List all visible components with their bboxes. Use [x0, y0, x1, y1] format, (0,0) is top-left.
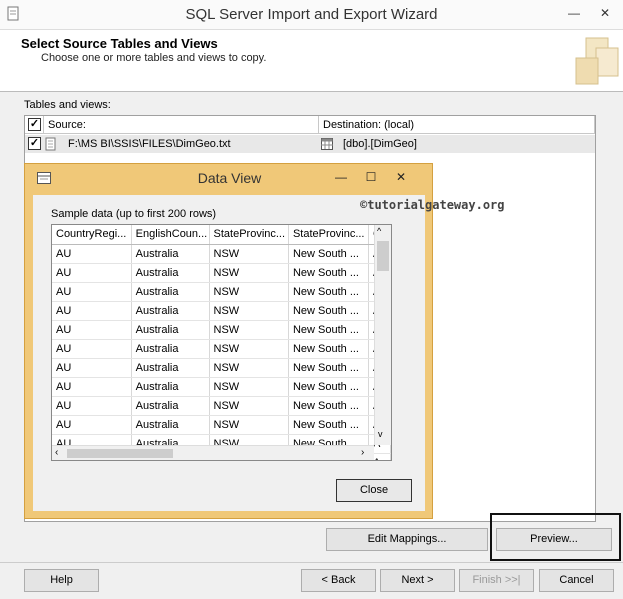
grid-cell[interactable]: Australia: [131, 263, 210, 283]
grid-row[interactable]: AUAustraliaNSWNew South ...A: [52, 396, 391, 416]
grid-cell[interactable]: NSW: [209, 320, 289, 340]
grid-column-header[interactable]: EnglishCoun...: [131, 225, 210, 245]
grid-cell[interactable]: Australia: [131, 301, 210, 321]
grid-cell[interactable]: AU: [52, 377, 132, 397]
grid-row[interactable]: AUAustraliaNSWNew South ...A: [52, 301, 391, 321]
destination-cell[interactable]: [dbo].[DimGeo]: [343, 138, 417, 150]
page-subtitle: Choose one or more tables and views to c…: [41, 52, 267, 64]
grid-cell[interactable]: NSW: [209, 415, 289, 435]
grid-row[interactable]: AUAustraliaNSWNew South ...A: [52, 282, 391, 302]
grid-cell[interactable]: New South ...: [288, 377, 369, 397]
grid-cell[interactable]: AU: [52, 396, 132, 416]
source-cell: F:\MS BI\SSIS\FILES\DimGeo.txt: [68, 138, 231, 150]
horizontal-scrollbar[interactable]: ‹ ›: [52, 445, 374, 460]
grid-cell[interactable]: AU: [52, 358, 132, 378]
grid-cell[interactable]: New South ...: [288, 415, 369, 435]
chevron-left-icon[interactable]: ‹: [55, 447, 58, 458]
select-all-header[interactable]: ✓: [25, 116, 44, 134]
grid-cell[interactable]: NSW: [209, 358, 289, 378]
grid-cell[interactable]: Australia: [131, 244, 210, 264]
grid-cell[interactable]: New South ...: [288, 244, 369, 264]
grid-cell[interactable]: NSW: [209, 301, 289, 321]
grid-row[interactable]: AUAustraliaNSWNew South ...A: [52, 358, 391, 378]
grid-cell[interactable]: Australia: [131, 339, 210, 359]
preview-button[interactable]: Preview...: [496, 528, 612, 551]
horizontal-scroll-thumb[interactable]: [67, 449, 173, 458]
footer-divider: [0, 562, 623, 563]
next-button[interactable]: Next >: [380, 569, 455, 592]
page-title: Select Source Tables and Views: [21, 36, 218, 51]
grid-cell[interactable]: AU: [52, 301, 132, 321]
vertical-scrollbar[interactable]: ^ v: [374, 225, 391, 445]
flat-file-icon: [45, 137, 56, 151]
grid-cell[interactable]: Australia: [131, 320, 210, 340]
grid-cell[interactable]: Australia: [131, 396, 210, 416]
grid-cell[interactable]: Australia: [131, 282, 210, 302]
grid-cell[interactable]: New South ...: [288, 282, 369, 302]
grid-row[interactable]: AUAustraliaNSWNew South ...A: [52, 244, 391, 264]
select-all-checkbox[interactable]: ✓: [28, 118, 41, 131]
grid-row[interactable]: AUAustraliaNSWNew South ...A: [52, 415, 391, 435]
grid-cell[interactable]: AU: [52, 282, 132, 302]
help-button[interactable]: Help: [24, 569, 99, 592]
cancel-button[interactable]: Cancel: [539, 569, 614, 592]
close-icon[interactable]: ✕: [391, 168, 411, 186]
tables-views-label: Tables and views:: [24, 99, 111, 111]
grid-cell[interactable]: Australia: [131, 358, 210, 378]
grid-cell[interactable]: Australia: [131, 415, 210, 435]
data-view-client: Sample data (up to first 200 rows) Count…: [33, 195, 425, 511]
finish-button[interactable]: Finish >>|: [459, 569, 534, 592]
grid-cell[interactable]: New South ...: [288, 320, 369, 340]
grid-cell[interactable]: Australia: [131, 377, 210, 397]
wizard-header: Select Source Tables and Views Choose on…: [0, 30, 623, 92]
close-button[interactable]: Close: [336, 479, 412, 502]
grid-cell[interactable]: AU: [52, 263, 132, 283]
grid-column-header[interactable]: StateProvinc...: [209, 225, 289, 245]
minimize-icon[interactable]: —: [563, 4, 585, 22]
chevron-up-icon[interactable]: ^: [377, 226, 381, 236]
maximize-icon[interactable]: ☐: [361, 168, 381, 186]
grid-cell[interactable]: NSW: [209, 339, 289, 359]
grid-column-header[interactable]: CountryRegi...: [52, 225, 132, 245]
watermark-text: ©tutorialgateway.org: [360, 198, 505, 212]
title-bar: SQL Server Import and Export Wizard — ✕: [0, 0, 623, 30]
grid-cell[interactable]: AU: [52, 339, 132, 359]
grid-cell[interactable]: New South ...: [288, 396, 369, 416]
grid-cell[interactable]: NSW: [209, 377, 289, 397]
destination-column-header[interactable]: Destination: (local): [319, 116, 595, 134]
vertical-scroll-thumb[interactable]: [377, 241, 389, 271]
minimize-icon[interactable]: —: [331, 168, 351, 186]
grid-cell[interactable]: NSW: [209, 263, 289, 283]
grid-cell[interactable]: AU: [52, 320, 132, 340]
close-icon[interactable]: ✕: [594, 4, 616, 22]
table-icon: [321, 138, 333, 150]
window-title: SQL Server Import and Export Wizard: [185, 6, 438, 23]
edit-mappings-button[interactable]: Edit Mappings...: [326, 528, 488, 551]
grid-cell[interactable]: AU: [52, 415, 132, 435]
grid-cell[interactable]: New South ...: [288, 358, 369, 378]
table-row[interactable]: ✓ F:\MS BI\SSIS\FILES\DimGeo.txt [dbo].[…: [25, 135, 595, 153]
grid-cell[interactable]: NSW: [209, 282, 289, 302]
grid-row[interactable]: AUAustraliaNSWNew South ...A: [52, 377, 391, 397]
wizard-decoration-icon: [575, 37, 619, 85]
sample-data-label: Sample data (up to first 200 rows): [51, 208, 217, 220]
row-checkbox[interactable]: ✓: [28, 137, 41, 150]
grid-cell[interactable]: AU: [52, 244, 132, 264]
grid-row[interactable]: AUAustraliaNSWNew South ...A: [52, 339, 391, 359]
grid-cell[interactable]: NSW: [209, 396, 289, 416]
data-view-dialog: Data View — ☐ ✕ Sample data (up to first…: [24, 163, 433, 519]
grid-row[interactable]: AUAustraliaNSWNew South ...A: [52, 263, 391, 283]
sample-data-grid[interactable]: CountryRegi... EnglishCoun... StateProvinc…: [51, 224, 392, 461]
grid-cell[interactable]: New South ...: [288, 263, 369, 283]
grid-row[interactable]: AUAustraliaNSWNew South ...A: [52, 320, 391, 340]
grid-cell[interactable]: New South ...: [288, 301, 369, 321]
grid-cell[interactable]: New South ...: [288, 339, 369, 359]
grid-cell[interactable]: NSW: [209, 244, 289, 264]
chevron-right-icon[interactable]: ›: [361, 447, 364, 458]
chevron-down-icon[interactable]: v: [378, 429, 383, 439]
grid-column-header[interactable]: StateProvinc...: [288, 225, 369, 245]
source-column-header[interactable]: Source:: [44, 116, 319, 134]
back-button[interactable]: < Back: [301, 569, 376, 592]
